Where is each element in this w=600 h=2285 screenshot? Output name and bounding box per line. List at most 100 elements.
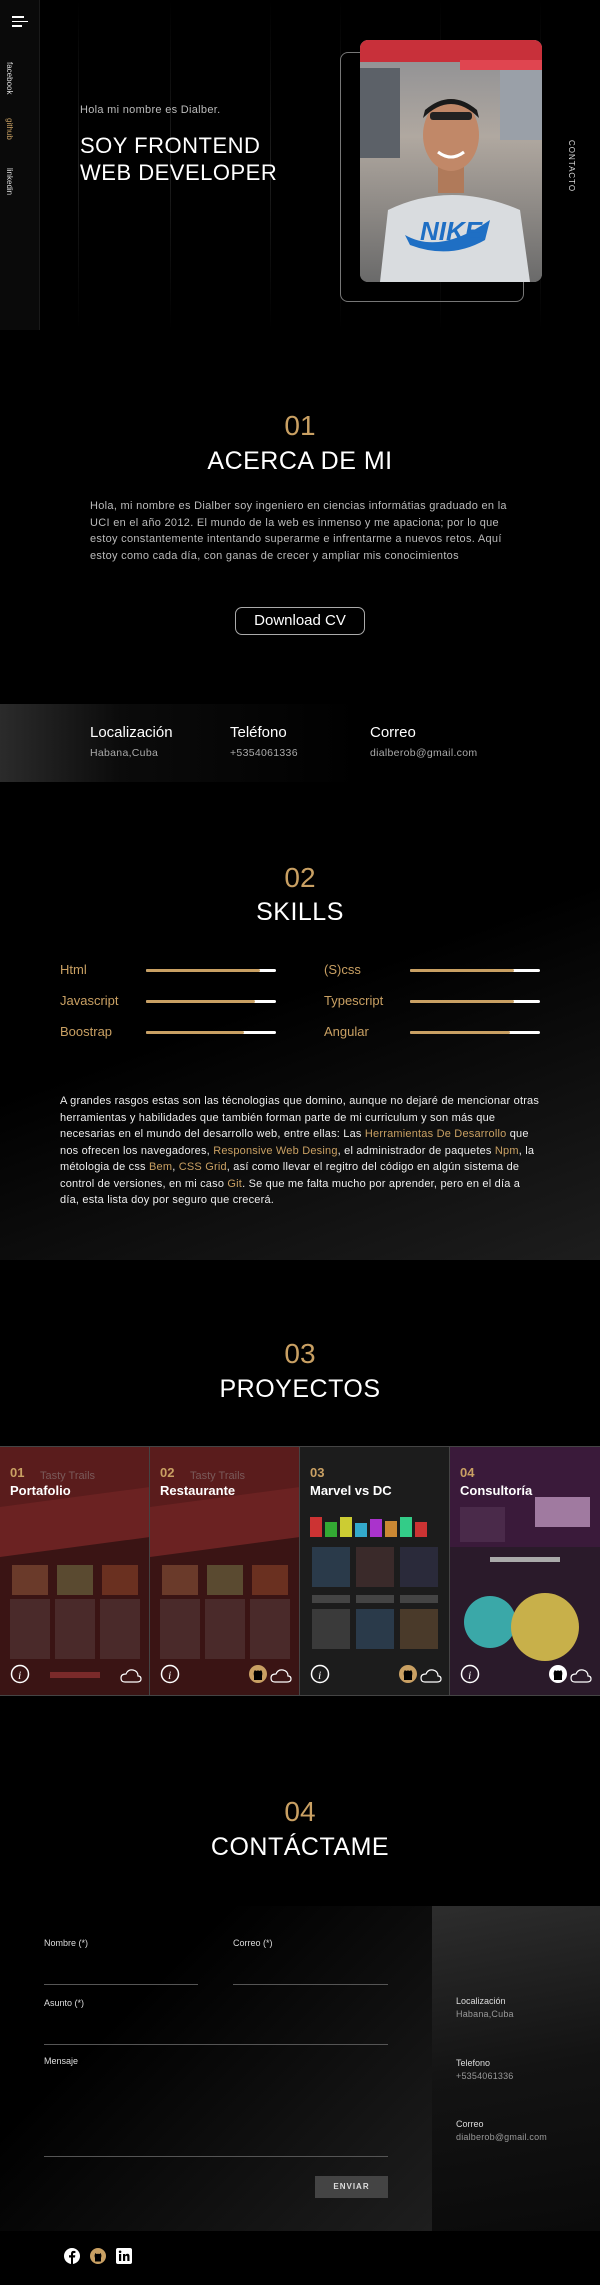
hero-greeting: Hola mi nombre es Dialber. (80, 104, 221, 116)
side-rail: facebook github linkedin (0, 0, 40, 330)
contact-link-vertical[interactable]: CONTACTO (567, 140, 576, 192)
highlighted-term: Npm (494, 1144, 519, 1157)
github-icon[interactable] (248, 1664, 268, 1689)
skill-item: Angular (324, 1024, 540, 1040)
contact-info-value[interactable]: dialberob@gmail.com (456, 2132, 547, 2142)
projects-grid: Tasty Trails 01 Portafolio i Tasty Trail… (0, 1446, 600, 1696)
svg-text:i: i (168, 1668, 171, 1682)
github-icon[interactable] (398, 1664, 418, 1689)
menu-icon[interactable] (12, 16, 28, 28)
skill-name: Boostrap (60, 1024, 113, 1039)
info-label: Localización (90, 724, 173, 741)
info-band: Localización Habana,Cuba Teléfono +53540… (0, 704, 600, 782)
skill-progress-bar (410, 969, 540, 972)
svg-text:NIKE: NIKE (420, 216, 483, 246)
project-name: Marvel vs DC (310, 1483, 392, 1498)
highlighted-term: Herramientas De Desarrollo (364, 1128, 507, 1140)
svg-text:i: i (468, 1668, 471, 1682)
message-label: Mensaje (44, 2056, 79, 2066)
svg-text:i: i (18, 1668, 21, 1682)
highlighted-term: Git (227, 1177, 243, 1190)
cloud-icon[interactable] (270, 1668, 292, 1689)
info-icon[interactable]: i (460, 1664, 480, 1689)
contact-title: CONTÁCTAME (210, 1833, 390, 1861)
hero-title-line-2: WEB DEVELOPER (80, 160, 278, 185)
skill-item: (S)css (324, 962, 540, 978)
skill-progress-bar (410, 1000, 540, 1003)
skill-progress-fill (146, 969, 261, 972)
github-link[interactable]: github (5, 118, 14, 140)
skill-name: Html (60, 962, 87, 977)
skill-item: Javascript (60, 993, 276, 1009)
projects-number: 03 (284, 1338, 316, 1369)
facebook-icon[interactable] (64, 2248, 80, 2264)
skill-name: Angular (324, 1024, 369, 1039)
subject-field[interactable] (44, 2044, 388, 2045)
contact-info-label: Telefono (456, 2058, 491, 2068)
contact-location: Localización Habana,Cuba (456, 1996, 514, 2019)
info-icon[interactable]: i (310, 1664, 330, 1689)
info-email: Correo dialberob@gmail.com (370, 724, 477, 759)
skill-progress-bar (146, 969, 276, 972)
info-label: Teléfono (230, 724, 287, 741)
highlighted-term: Responsive Web Desing (213, 1144, 338, 1157)
info-phone: Teléfono +5354061336 (230, 724, 298, 759)
skill-item: Boostrap (60, 1024, 276, 1040)
profile-photo: NIKE (360, 40, 542, 282)
info-value[interactable]: dialberob@gmail.com (370, 747, 477, 759)
contact-info-panel: Localización Habana,Cuba Telefono +53540… (432, 1906, 600, 2231)
hero-section: Hola mi nombre es Dialber. SOY FRONTEND … (40, 0, 600, 330)
skill-item: Html (60, 962, 276, 978)
project-name: Restaurante (160, 1483, 236, 1498)
skill-progress-bar (410, 1031, 540, 1034)
highlighted-term: Bem (149, 1161, 173, 1173)
facebook-link[interactable]: facebook (5, 62, 14, 94)
github-icon[interactable] (548, 1664, 568, 1689)
project-card[interactable]: Tasty Trails 01 Portafolio i (0, 1447, 150, 1695)
project-card[interactable]: 03 Marvel vs DC i (300, 1447, 450, 1695)
project-name: Consultoría (460, 1483, 533, 1498)
contact-email: Correo dialberob@gmail.com (456, 2119, 547, 2142)
cloud-icon[interactable] (420, 1668, 442, 1689)
email-field[interactable] (233, 1984, 388, 1985)
hero-title-line-1: SOY FRONTEND (80, 133, 261, 158)
linkedin-icon[interactable] (116, 2248, 132, 2264)
contact-info-label: Correo (456, 2119, 484, 2129)
project-name: Portafolio (10, 1483, 71, 1498)
hero-title: SOY FRONTEND WEB DEVELOPER (80, 132, 340, 186)
skill-progress-bar (146, 1031, 276, 1034)
skill-name: (S)css (324, 962, 361, 977)
skill-progress-fill (410, 969, 514, 972)
text-fragment: , el administrador de paquetes (337, 1144, 495, 1157)
skill-name: Javascript (60, 993, 119, 1008)
download-cv-button[interactable]: Download CV (235, 607, 365, 635)
about-number: 01 (284, 410, 316, 441)
info-icon[interactable]: i (10, 1664, 30, 1689)
project-number: 04 (460, 1465, 475, 1480)
contact-info-label: Localización (456, 1996, 506, 2006)
skill-item: Typescript (324, 993, 540, 1009)
name-field[interactable] (44, 1984, 198, 1985)
info-label: Correo (370, 724, 416, 741)
project-card[interactable]: 04 Consultoría i (450, 1447, 600, 1695)
footer-social (64, 2248, 132, 2264)
svg-text:Tasty Trails: Tasty Trails (40, 1470, 96, 1482)
projects-title: PROYECTOS (219, 1375, 381, 1403)
linkedin-link[interactable]: linkedin (5, 168, 14, 195)
info-location: Localización Habana,Cuba (90, 724, 173, 759)
project-number: 02 (160, 1465, 175, 1480)
svg-text:Tasty Trails: Tasty Trails (190, 1470, 246, 1482)
svg-text:i: i (318, 1668, 321, 1682)
email-label: Correo (*) (233, 1938, 273, 1948)
cloud-icon[interactable] (570, 1668, 592, 1689)
contact-number: 04 (284, 1796, 316, 1827)
skill-progress-fill (410, 1031, 511, 1034)
info-icon[interactable]: i (160, 1664, 180, 1689)
info-value: Habana,Cuba (90, 747, 159, 759)
skill-progress-bar (146, 1000, 276, 1003)
cloud-icon[interactable] (120, 1668, 142, 1689)
github-icon[interactable] (90, 2248, 106, 2264)
message-field[interactable] (44, 2156, 388, 2157)
project-card[interactable]: Tasty Trails 02 Restaurante i (150, 1447, 300, 1695)
send-button[interactable]: ENVIAR (315, 2176, 388, 2198)
